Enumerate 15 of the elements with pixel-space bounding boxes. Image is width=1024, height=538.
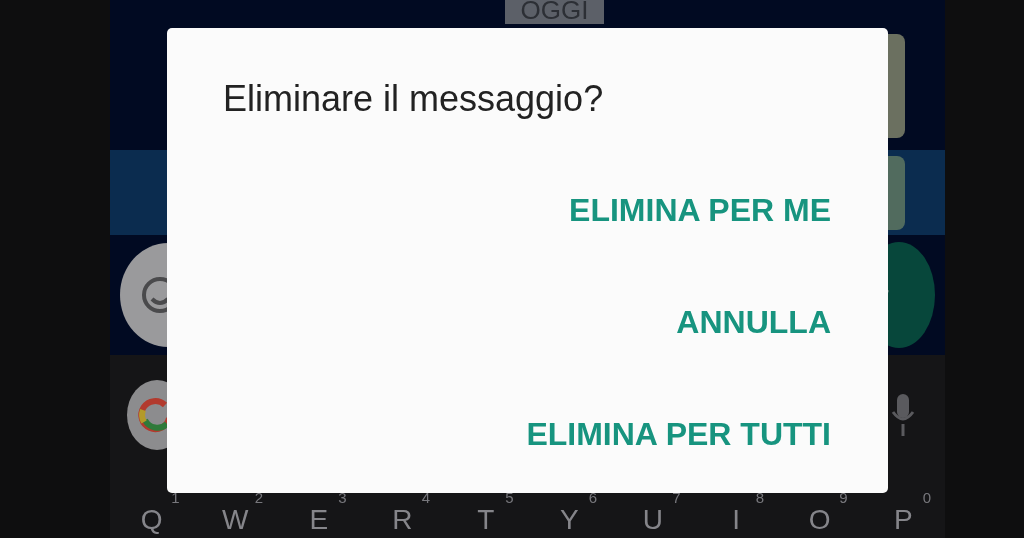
keyboard-key[interactable]: 8 I: [694, 490, 778, 538]
keyboard-key[interactable]: 2 W: [193, 490, 277, 538]
dialog-title: Eliminare il messaggio?: [223, 78, 604, 121]
dialog-action-button[interactable]: ELIMINA PER ME: [569, 192, 831, 228]
keyboard-key[interactable]: 9 O: [778, 490, 862, 538]
dialog-action-button[interactable]: ANNULLA: [676, 304, 831, 340]
keyboard-key[interactable]: 3 E: [277, 490, 361, 538]
keyboard-key[interactable]: 0 P: [861, 490, 945, 538]
keyboard-key[interactable]: 4 R: [360, 490, 444, 538]
microphone-icon[interactable]: [891, 394, 915, 436]
keyboard-key[interactable]: 7 U: [611, 490, 695, 538]
keyboard-key[interactable]: 1 Q: [110, 490, 194, 538]
keyboard-key[interactable]: 6 Y: [527, 490, 611, 538]
dialog-action-button[interactable]: ELIMINA PER TUTTI: [526, 416, 831, 452]
keyboard-key[interactable]: 5 T: [444, 490, 528, 538]
